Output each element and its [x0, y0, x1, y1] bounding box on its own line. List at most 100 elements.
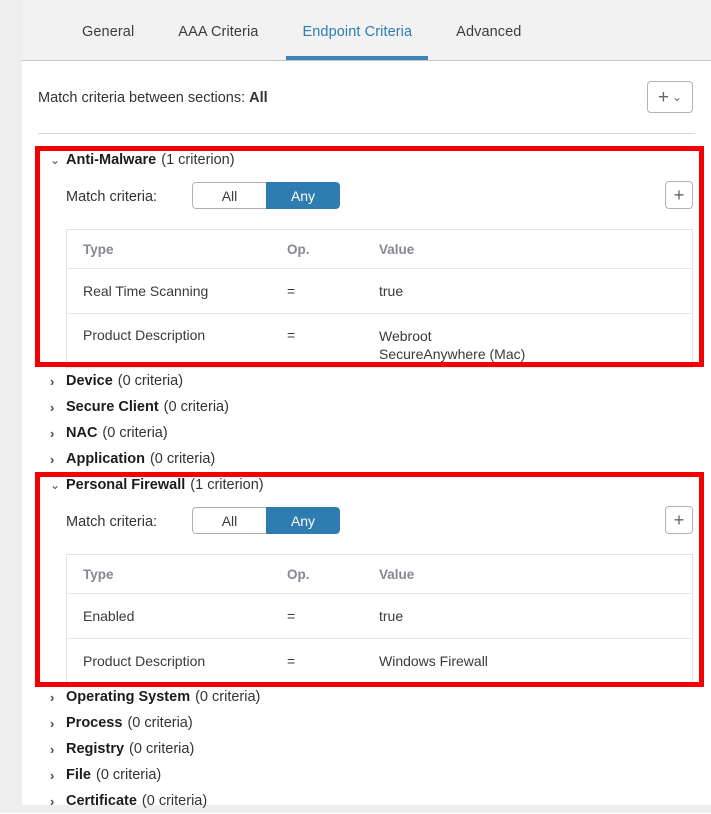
section-header-operating-system[interactable]: › Operating System (0 criteria) — [22, 684, 711, 710]
cell-op: = — [287, 608, 296, 624]
section-secure-client: › Secure Client (0 criteria) — [22, 394, 711, 420]
section-nac: › NAC (0 criteria) — [22, 420, 711, 446]
column-header-type: Type — [83, 566, 114, 582]
match-criteria-row: Match criteria: All Any + — [22, 504, 711, 546]
section-body-personal-firewall: Match criteria: All Any + Type Op. Value Enable… — [22, 504, 711, 684]
add-criterion-button[interactable]: + — [665, 181, 693, 209]
section-header-device[interactable]: › Device (0 criteria) — [22, 368, 711, 394]
chevron-down-icon[interactable]: ⌄ — [50, 478, 66, 492]
section-header-certificate[interactable]: › Certificate (0 criteria) — [22, 788, 711, 814]
app-frame: General AAA Criteria Endpoint Criteria Adva… — [0, 0, 711, 813]
section-criteria-count: (1 criterion) — [190, 477, 264, 493]
tab-general[interactable]: General — [60, 0, 156, 60]
section-header-nac[interactable]: › NAC (0 criteria) — [22, 420, 711, 446]
section-criteria-count: (0 criteria) — [163, 399, 229, 415]
section-registry: › Registry (0 criteria) — [22, 736, 711, 762]
criteria-table: Type Op. Value Enabled = true Product Descript… — [66, 554, 693, 684]
section-criteria-count: (0 criteria) — [129, 741, 195, 757]
chevron-right-icon[interactable]: › — [50, 452, 66, 467]
cell-type: Product Description — [83, 327, 206, 343]
section-criteria-count: (0 criteria) — [127, 715, 193, 731]
chevron-right-icon[interactable]: › — [50, 716, 66, 731]
criteria-table: Type Op. Value Real Time Scanning = true Produ… — [66, 229, 693, 368]
cell-type: Real Time Scanning — [83, 283, 209, 299]
section-operating-system: › Operating System (0 criteria) — [22, 684, 711, 710]
column-header-op: Op. — [287, 566, 310, 582]
section-title: Secure Client — [66, 399, 159, 415]
chevron-right-icon[interactable]: › — [50, 690, 66, 705]
cell-value: Windows Firewall — [379, 653, 488, 669]
column-header-value: Value — [379, 566, 415, 582]
table-row[interactable]: Real Time Scanning = true — [67, 269, 692, 314]
section-body-anti-malware: Match criteria: All Any + Type Op. Value Real T… — [22, 179, 711, 368]
match-criteria-label: Match criteria: — [66, 514, 158, 530]
endpoint-criteria-panel: Match criteria between sections: All + ⌄… — [22, 61, 711, 809]
cell-type: Enabled — [83, 608, 135, 624]
section-title: NAC — [66, 425, 98, 441]
match-criteria-toggle: All Any — [192, 507, 340, 534]
chevron-right-icon[interactable]: › — [50, 742, 66, 757]
chevron-right-icon[interactable]: › — [50, 794, 66, 809]
toggle-option-all[interactable]: All — [192, 182, 266, 209]
section-criteria-count: (0 criteria) — [149, 451, 216, 467]
table-row[interactable]: Enabled = true — [67, 594, 692, 639]
cell-value: Webroot SecureAnywhere (Mac) — [379, 328, 526, 362]
chevron-down-icon[interactable]: ⌄ — [50, 153, 66, 167]
section-header-file[interactable]: › File (0 criteria) — [22, 762, 711, 788]
section-file: › File (0 criteria) — [22, 762, 711, 788]
section-title: Device — [66, 373, 113, 389]
chevron-down-icon: ⌄ — [672, 90, 683, 104]
section-title: File — [66, 767, 91, 783]
cell-value: true — [379, 283, 404, 299]
section-criteria-count: (1 criterion) — [161, 152, 235, 168]
section-title: Personal Firewall — [66, 477, 186, 493]
chevron-right-icon[interactable]: › — [50, 426, 66, 441]
left-gutter — [0, 0, 22, 813]
section-personal-firewall: ⌄ Personal Firewall (1 criterion) Match cri… — [22, 472, 711, 684]
chevron-right-icon[interactable]: › — [50, 374, 66, 389]
section-title: Certificate — [66, 793, 137, 809]
section-title: Anti-Malware — [66, 152, 157, 168]
section-header-secure-client[interactable]: › Secure Client (0 criteria) — [22, 394, 711, 420]
table-row[interactable]: Product Description = Windows Firewall — [67, 639, 692, 684]
table-header-row: Type Op. Value — [67, 230, 692, 269]
section-anti-malware: ⌄ Anti-Malware (1 criterion) Match criteria… — [22, 147, 711, 368]
table-row[interactable]: Product Description = Webroot SecureAnywhe… — [67, 314, 692, 368]
section-application: › Application (0 criteria) — [22, 446, 711, 472]
tab-aaa-criteria[interactable]: AAA Criteria — [156, 0, 280, 60]
cell-op: = — [287, 653, 296, 669]
column-header-op: Op. — [287, 241, 310, 257]
chevron-right-icon[interactable]: › — [50, 768, 66, 783]
cell-value: true — [379, 608, 404, 624]
section-title: Operating System — [66, 689, 191, 705]
cell-op: = — [287, 283, 296, 299]
toggle-option-any[interactable]: Any — [266, 507, 340, 534]
section-header-personal-firewall[interactable]: ⌄ Personal Firewall (1 criterion) — [22, 472, 711, 498]
section-header-application[interactable]: › Application (0 criteria) — [22, 446, 711, 472]
section-device: › Device (0 criteria) — [22, 368, 711, 394]
match-criteria-row: Match criteria: All Any + — [22, 179, 711, 221]
section-criteria-count: (0 criteria) — [195, 689, 261, 705]
tab-endpoint-criteria[interactable]: Endpoint Criteria — [280, 0, 434, 60]
match-between-sections-row: Match criteria between sections: All + ⌄ — [38, 81, 693, 123]
plus-icon: + — [657, 86, 670, 108]
match-between-sections-label: Match criteria between sections: All — [38, 90, 268, 106]
section-header-anti-malware[interactable]: ⌄ Anti-Malware (1 criterion) — [22, 147, 711, 173]
match-criteria-label: Match criteria: — [66, 189, 158, 205]
section-title: Registry — [66, 741, 125, 757]
add-criterion-button[interactable]: + — [665, 506, 693, 534]
tab-bar: General AAA Criteria Endpoint Criteria Adva… — [22, 0, 711, 61]
tab-advanced[interactable]: Advanced — [434, 0, 543, 60]
criteria-section-list: ⌄ Anti-Malware (1 criterion) Match criteria… — [22, 147, 711, 814]
chevron-right-icon[interactable]: › — [50, 400, 66, 415]
section-header-registry[interactable]: › Registry (0 criteria) — [22, 736, 711, 762]
toggle-option-any[interactable]: Any — [266, 182, 340, 209]
match-between-sections-value[interactable]: All — [249, 90, 268, 106]
section-certificate: › Certificate (0 criteria) — [22, 788, 711, 814]
divider — [38, 133, 695, 134]
toggle-option-all[interactable]: All — [192, 507, 266, 534]
section-header-process[interactable]: › Process (0 criteria) — [22, 710, 711, 736]
table-header-row: Type Op. Value — [67, 555, 692, 594]
add-section-dropdown-button[interactable]: + ⌄ — [647, 81, 693, 113]
column-header-value: Value — [379, 241, 415, 257]
